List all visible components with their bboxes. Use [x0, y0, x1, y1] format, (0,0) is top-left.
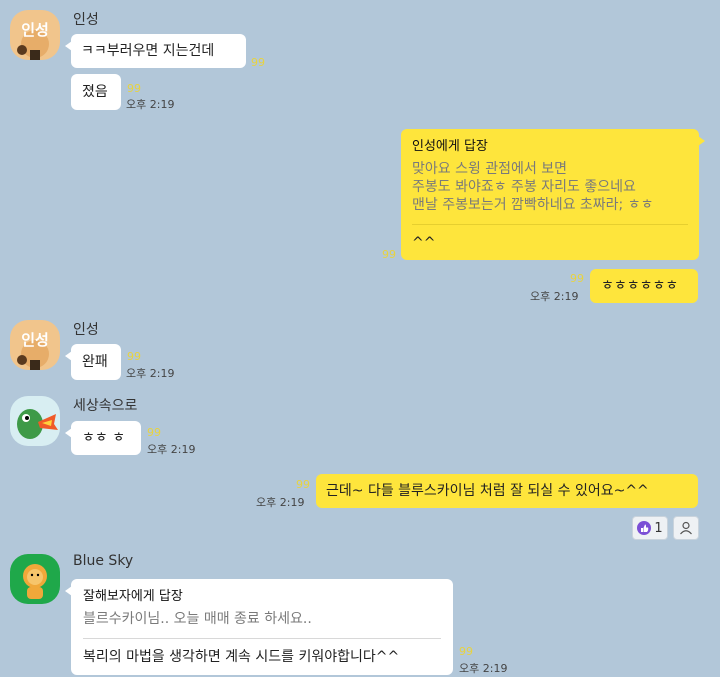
thumbs-up-icon — [637, 521, 652, 535]
reply-quote-line: 주봉도 봐야죠ㅎ 주봉 자리도 좋으네요 — [412, 179, 636, 195]
message-time: 오후 2:19 — [256, 496, 305, 509]
dino-avatar-icon — [10, 396, 60, 446]
unread-count: 99 — [251, 56, 265, 69]
sender-name: 세상속으로 — [73, 398, 138, 414]
avatar-world[interactable] — [10, 396, 60, 446]
ryan-avatar-icon: 인성 — [10, 10, 60, 60]
message-time: 오후 2:19 — [530, 290, 579, 303]
person-icon — [680, 521, 692, 535]
unread-count: 99 — [459, 645, 473, 658]
svg-text:인성: 인성 — [21, 331, 49, 349]
reply-message-bubble[interactable]: 인성에게 답장 맞아요 스윙 관점에서 보면 주봉도 봐야죠ㅎ 주봉 자리도 좋… — [401, 129, 705, 260]
avatar-blue-sky[interactable] — [10, 554, 60, 604]
reply-quote: 블르수카이님.. 오늘 매매 종료 하세요.. — [83, 611, 312, 627]
reply-quote-line: 맞아요 스윙 관점에서 보면 — [412, 161, 568, 177]
reply-title: 잘해보자에게 답장 — [83, 589, 183, 604]
message-text: 완패 — [82, 354, 108, 370]
message-text: ㅋㅋ부러우면 지는건데 — [81, 43, 215, 59]
reply-quote-line: 맨날 주봉보는거 깜빡하네요 초짜라; ㅎㅎ — [412, 197, 654, 213]
reply-divider — [412, 224, 688, 225]
lion-avatar-icon — [10, 554, 60, 604]
message-text: ㅎㅎㅎㅎㅎㅎ — [601, 278, 679, 294]
message-time: 오후 2:19 — [126, 98, 175, 111]
avatar-inseong-1[interactable]: 인성 — [10, 10, 60, 60]
message-text: ^^ — [412, 235, 436, 251]
message-time: 오후 2:19 — [459, 662, 508, 675]
message-time: 오후 2:19 — [147, 443, 196, 456]
message-bubble[interactable]: ㅎㅎ ㅎ — [65, 421, 141, 455]
message-bubble[interactable]: 졌음 — [71, 74, 121, 110]
message-text: 복리의 마법을 생각하면 계속 시드를 키워야합니다^^ — [83, 649, 400, 665]
svg-text:인성: 인성 — [21, 21, 49, 39]
unread-count: 99 — [127, 82, 141, 95]
unread-count: 99 — [570, 272, 584, 285]
reply-title: 인성에게 답장 — [412, 139, 488, 154]
reply-divider — [83, 638, 441, 639]
sender-name: Blue Sky — [73, 553, 134, 569]
reaction-count: 1 — [654, 520, 663, 536]
unread-count: 99 — [296, 478, 310, 491]
unread-count: 99 — [147, 426, 161, 439]
message-text: ㅎㅎ ㅎ — [82, 430, 126, 446]
unread-count: 99 — [382, 248, 396, 261]
add-reaction-button[interactable] — [673, 516, 699, 540]
thumbs-up-reaction[interactable]: 1 — [632, 516, 668, 540]
message-bubble[interactable]: ㅋㅋ부러우면 지는건데 — [65, 34, 246, 68]
sender-name: 인성 — [73, 322, 99, 338]
message-bubble[interactable]: ㅎㅎㅎㅎㅎㅎ — [590, 269, 698, 303]
message-bubble[interactable]: 완패 — [65, 344, 121, 380]
message-bubble[interactable]: 근데~ 다들 블루스카이님 처럼 잘 되실 수 있어요~^^ — [316, 474, 698, 508]
message-time: 오후 2:19 — [126, 367, 175, 380]
avatar-inseong-2[interactable]: 인성 — [10, 320, 60, 370]
message-text: 졌음 — [82, 84, 108, 100]
unread-count: 99 — [127, 350, 141, 363]
ryan-avatar-icon: 인성 — [10, 320, 60, 370]
sender-name: 인성 — [73, 12, 99, 28]
message-text: 근데~ 다들 블루스카이님 처럼 잘 되실 수 있어요~^^ — [326, 483, 649, 499]
reply-message-bubble[interactable]: 잘해보자에게 답장 블르수카이님.. 오늘 매매 종료 하세요.. 복리의 마법… — [65, 579, 453, 675]
